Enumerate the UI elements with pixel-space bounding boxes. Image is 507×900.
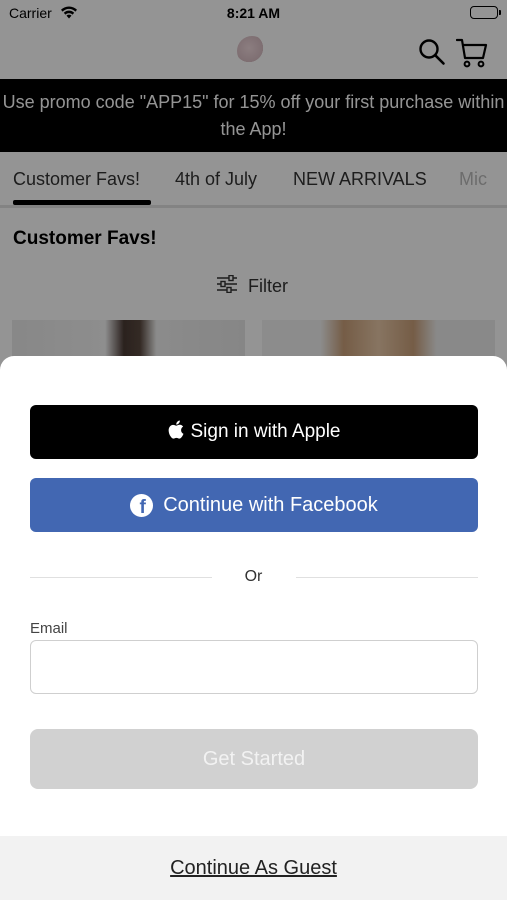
sign-in-sheet: Sign in with Apple f Continue with Faceb… — [0, 356, 507, 900]
continue-as-guest-link[interactable]: Continue As Guest — [0, 857, 507, 880]
sign-in-with-apple-button[interactable]: Sign in with Apple — [30, 405, 478, 459]
email-label: Email — [30, 620, 68, 637]
guest-footer: Continue As Guest — [0, 836, 507, 900]
divider-right — [296, 577, 478, 578]
apple-icon — [168, 420, 184, 445]
get-started-button[interactable]: Get Started — [30, 729, 478, 789]
apple-button-label: Sign in with Apple — [190, 421, 341, 442]
continue-with-facebook-button[interactable]: f Continue with Facebook — [30, 478, 478, 532]
facebook-icon: f — [130, 493, 154, 517]
facebook-button-label: Continue with Facebook — [163, 493, 378, 516]
email-field[interactable] — [30, 640, 478, 694]
